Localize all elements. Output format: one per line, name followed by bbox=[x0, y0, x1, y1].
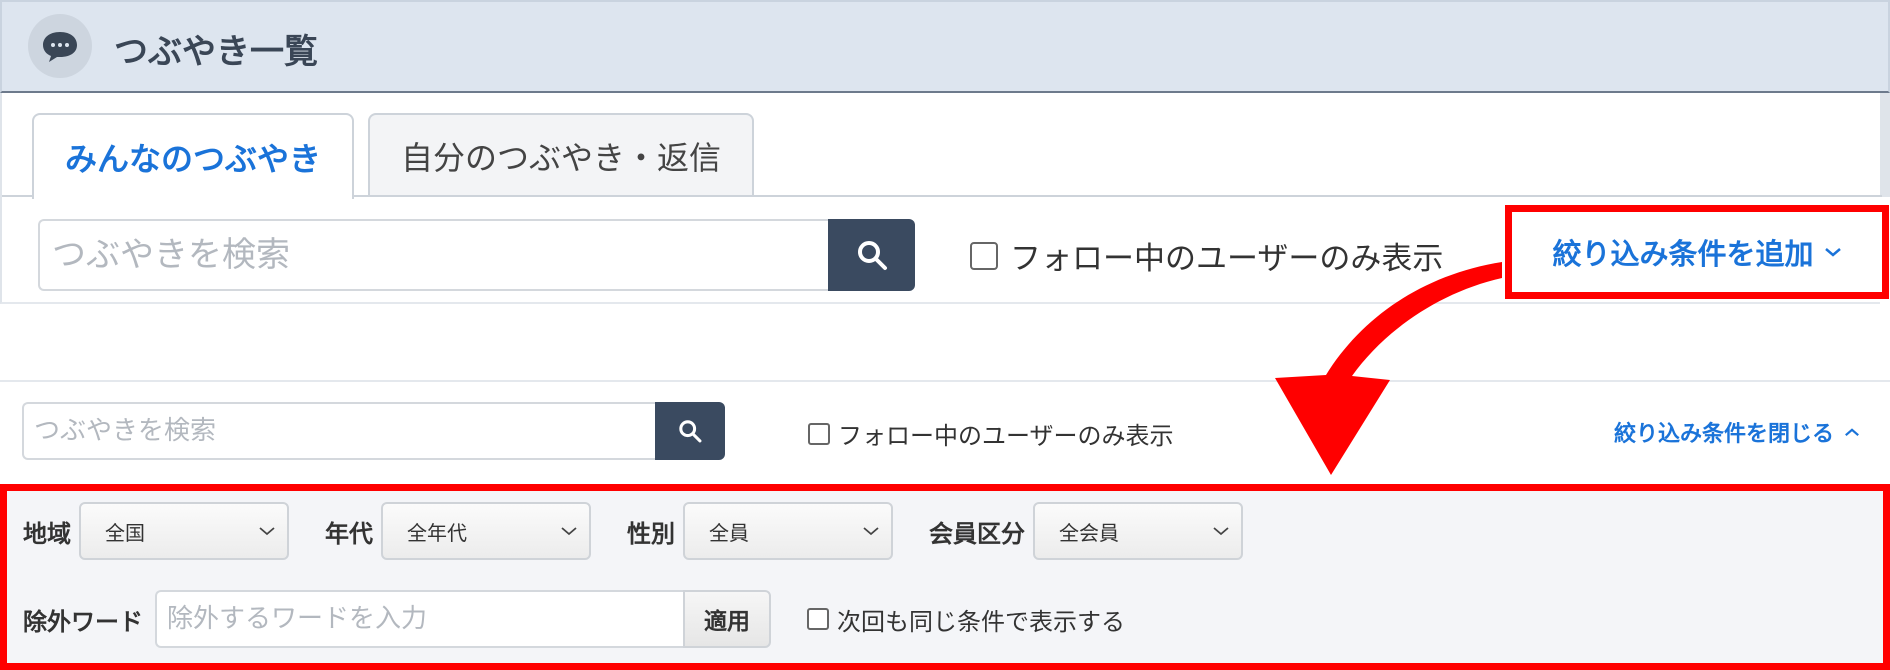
follow-only-toggle-expanded[interactable]: フォロー中のユーザーのみ表示 bbox=[808, 416, 1174, 451]
gender-select[interactable]: 全員 bbox=[683, 502, 893, 560]
search-input-expanded[interactable] bbox=[22, 402, 656, 460]
page-header: つぶやき一覧 bbox=[0, 0, 1890, 93]
page-title: つぶやき一覧 bbox=[114, 32, 318, 72]
search-bar: フォロー中のユーザーのみ表示 絞り込み条件を追加 bbox=[0, 197, 1889, 304]
exclude-words-input[interactable] bbox=[155, 590, 683, 648]
search-input[interactable] bbox=[38, 219, 828, 291]
remember-conditions-label: 次回も同じ条件で表示する bbox=[837, 607, 1125, 636]
membership-select[interactable]: 全会員 bbox=[1033, 502, 1243, 560]
follow-only-label-expanded: フォロー中のユーザーのみ表示 bbox=[838, 422, 1174, 450]
search-button[interactable] bbox=[828, 219, 915, 291]
search-icon bbox=[679, 420, 702, 443]
filter-selects-row: 地域 全国 年代 全年代 性別 全員 会員区分 全会員 bbox=[23, 501, 1243, 561]
remember-conditions-checkbox[interactable] bbox=[807, 608, 829, 630]
add-filter-label: 絞り込み条件を追加 bbox=[1552, 237, 1814, 271]
remember-conditions-toggle[interactable]: 次回も同じ条件で表示する bbox=[807, 602, 1125, 637]
add-filter-button[interactable]: 絞り込み条件を追加 bbox=[1505, 205, 1889, 299]
search-button-expanded[interactable] bbox=[655, 402, 725, 460]
chevron-down-icon bbox=[259, 527, 275, 536]
tab-everyone[interactable]: みんなのつぶやき bbox=[32, 113, 354, 199]
chevron-down-icon bbox=[863, 527, 879, 536]
collapsed-view: つぶやき一覧 みんなのつぶやき 自分のつぶやき・返信 フォロー中のユーザーのみ表… bbox=[0, 0, 1890, 304]
gender-label: 性別 bbox=[627, 519, 675, 548]
close-filter-button[interactable]: 絞り込み条件を閉じる bbox=[1614, 416, 1860, 448]
chat-bubble-icon bbox=[28, 14, 92, 78]
age-value: 全年代 bbox=[407, 520, 467, 545]
membership-label: 会員区分 bbox=[929, 519, 1025, 548]
region-value: 全国 bbox=[105, 520, 145, 545]
apply-button[interactable]: 適用 bbox=[683, 590, 771, 648]
follow-only-checkbox-expanded[interactable] bbox=[808, 422, 830, 445]
follow-only-label: フォロー中のユーザーのみ表示 bbox=[1010, 241, 1444, 277]
region-label: 地域 bbox=[23, 519, 71, 548]
search-icon bbox=[857, 241, 887, 270]
membership-value: 全会員 bbox=[1059, 520, 1119, 545]
tab-mine[interactable]: 自分のつぶやき・返信 bbox=[368, 113, 754, 197]
age-label: 年代 bbox=[325, 519, 373, 548]
gender-value: 全員 bbox=[709, 520, 749, 545]
age-select[interactable]: 全年代 bbox=[381, 502, 591, 560]
chevron-down-icon bbox=[1213, 527, 1229, 536]
search-bar-expanded: フォロー中のユーザーのみ表示 絞り込み条件を閉じる bbox=[0, 380, 1890, 484]
chevron-up-icon bbox=[1845, 427, 1859, 436]
follow-only-toggle[interactable]: フォロー中のユーザーのみ表示 bbox=[970, 233, 1443, 278]
close-filter-label: 絞り込み条件を閉じる bbox=[1613, 422, 1834, 447]
exclude-words-label: 除外ワード bbox=[23, 607, 143, 636]
chevron-down-icon bbox=[1824, 248, 1841, 257]
follow-only-checkbox[interactable] bbox=[970, 241, 998, 270]
filter-panel: 地域 全国 年代 全年代 性別 全員 会員区分 全会員 除外ワード 除外するワー… bbox=[0, 484, 1890, 670]
chevron-down-icon bbox=[561, 527, 577, 536]
region-select[interactable]: 全国 bbox=[79, 502, 289, 560]
exclude-words-row: 除外ワード 適用 次回も同じ条件で表示する bbox=[23, 589, 1125, 649]
tab-bar: みんなのつぶやき 自分のつぶやき・返信 bbox=[0, 93, 1890, 199]
expanded-view: フォロー中のユーザーのみ表示 絞り込み条件を閉じる 地域 全国 年代 全年代 性… bbox=[0, 380, 1890, 670]
